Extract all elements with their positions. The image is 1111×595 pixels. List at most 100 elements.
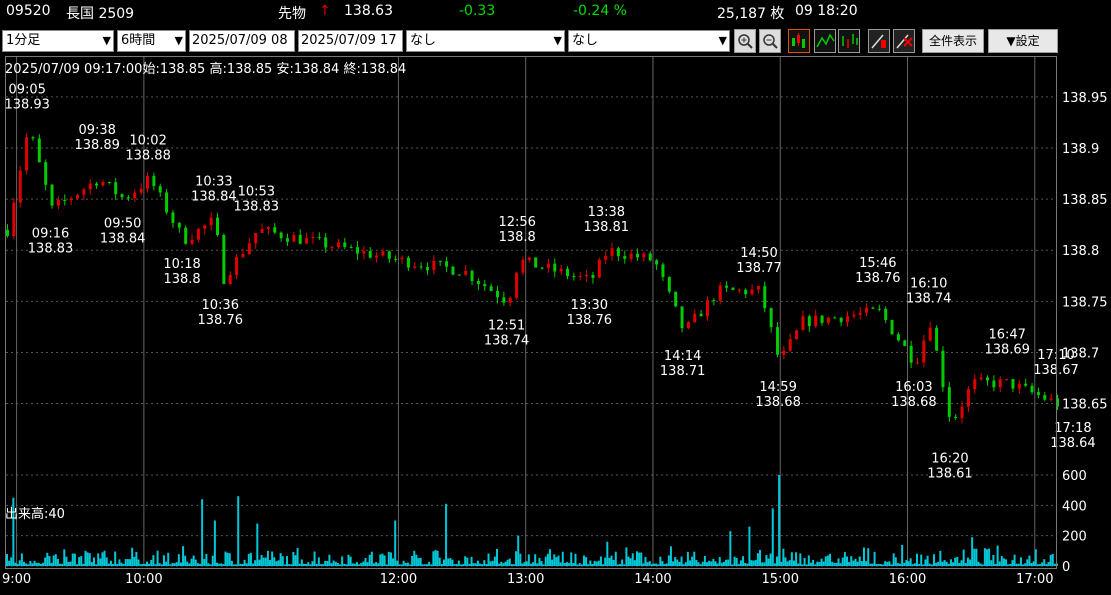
line-chart-button[interactable]: [814, 29, 836, 53]
interval-select[interactable]: 1分足 ▼: [2, 30, 114, 52]
volume-bar: [625, 547, 628, 566]
span-select[interactable]: 6時間 ▼: [117, 30, 186, 52]
candle-body: [680, 306, 684, 329]
volume-bar: [360, 562, 363, 566]
zoom-out-button[interactable]: [759, 29, 781, 53]
volume-bar: [911, 564, 914, 566]
candle-body: [451, 266, 455, 275]
volume-bar: [966, 557, 969, 566]
indicator2-select[interactable]: なし ▼: [568, 30, 730, 52]
volume-bar: [909, 558, 912, 566]
candle-body: [801, 316, 805, 331]
price-chart[interactable]: 09:05138.9309:16138.8309:38138.8909:5013…: [0, 56, 1111, 595]
volume-bar: [542, 564, 545, 566]
volume-bar: [807, 555, 810, 566]
candle-body: [126, 197, 130, 199]
candle-body: [203, 225, 207, 229]
candle-body: [311, 236, 315, 239]
full-view-button[interactable]: 全件表示: [922, 29, 984, 53]
volume-bar: [31, 563, 34, 566]
annotation-time: 10:18: [163, 257, 200, 272]
update-time: 09 18:20: [795, 3, 858, 19]
candle-body: [184, 227, 188, 244]
zoom-in-button[interactable]: [734, 29, 756, 53]
volume-bar: [392, 558, 395, 566]
volume-bar: [801, 564, 804, 566]
volume-bar: [826, 555, 829, 566]
volume-bar: [400, 564, 403, 566]
indicator1-select[interactable]: なし ▼: [406, 30, 565, 52]
delete-line-tool-button[interactable]: [893, 29, 915, 53]
volume-bar: [207, 563, 210, 566]
bar-chart-button[interactable]: [838, 29, 860, 53]
candle-body: [114, 182, 118, 195]
volume-bar: [8, 560, 11, 566]
volume-bar: [404, 562, 407, 566]
volume-bar: [899, 563, 902, 566]
volume-bar: [14, 562, 17, 566]
candle-body: [1049, 398, 1053, 400]
candle-body: [298, 234, 302, 244]
trend-line-tool-button[interactable]: [868, 29, 890, 53]
candle-body: [992, 380, 996, 388]
volume-bar: [623, 564, 626, 566]
candle-body: [44, 162, 48, 185]
volume-bar: [336, 562, 339, 566]
candle-body: [572, 276, 576, 278]
volume-bar: [464, 556, 467, 566]
volume-bar: [504, 561, 507, 566]
volume-bar: [1019, 557, 1022, 566]
volume-bar: [116, 563, 119, 566]
volume-bar: [150, 559, 153, 566]
volume-bar: [377, 563, 380, 566]
candle-body: [95, 183, 99, 186]
volume-bar: [771, 508, 774, 566]
volume-bar: [852, 560, 855, 566]
volume-bar: [345, 564, 348, 566]
annotation-time: 13:38: [588, 205, 625, 220]
chevron-down-icon: ▼: [718, 34, 727, 47]
volume-bar: [245, 563, 248, 566]
candle-body: [750, 289, 754, 295]
annotation-time: 09:16: [32, 227, 69, 242]
volume-bar: [254, 560, 257, 566]
volume-bar: [512, 564, 515, 566]
volume-bar: [803, 557, 806, 566]
volume-bar: [305, 564, 308, 566]
volume-bar: [192, 555, 195, 566]
volume-bar: [871, 563, 874, 566]
volume-bar: [867, 548, 870, 566]
annotation-price: 138.83: [28, 242, 74, 257]
volume-bar: [358, 564, 361, 566]
annotation-time: 16:47: [988, 328, 1025, 343]
volume-bar: [661, 561, 664, 566]
volume-bar: [362, 561, 365, 566]
volume-bar: [532, 562, 535, 566]
from-datetime-input[interactable]: 2025/07/09 08: [189, 30, 295, 52]
volume-bar: [784, 557, 787, 566]
candle-body: [865, 307, 869, 313]
volume-bar: [438, 557, 441, 566]
settings-button[interactable]: ▼設定: [988, 29, 1058, 53]
volume-bar: [508, 558, 511, 566]
volume-bar: [292, 551, 295, 566]
volume-bar: [608, 557, 611, 566]
volume-bar: [294, 555, 297, 566]
volume-bar: [383, 555, 386, 566]
candlestick-chart-button[interactable]: [788, 29, 810, 53]
to-datetime-input[interactable]: 2025/07/09 17: [298, 30, 403, 52]
candle-body: [788, 339, 792, 351]
volume-bar: [576, 564, 579, 566]
candle-body: [286, 238, 289, 242]
volume-bar: [252, 563, 255, 566]
volume-bar: [402, 560, 405, 566]
volume-bar: [824, 556, 827, 566]
volume-bar: [129, 559, 132, 566]
volume-bar: [63, 549, 66, 566]
volume-bar: [856, 561, 859, 566]
volume-bar: [710, 561, 713, 566]
candle-body: [489, 286, 493, 291]
volume-bar: [536, 563, 539, 566]
volume-bar: [419, 557, 422, 566]
volume-bar: [10, 557, 13, 566]
